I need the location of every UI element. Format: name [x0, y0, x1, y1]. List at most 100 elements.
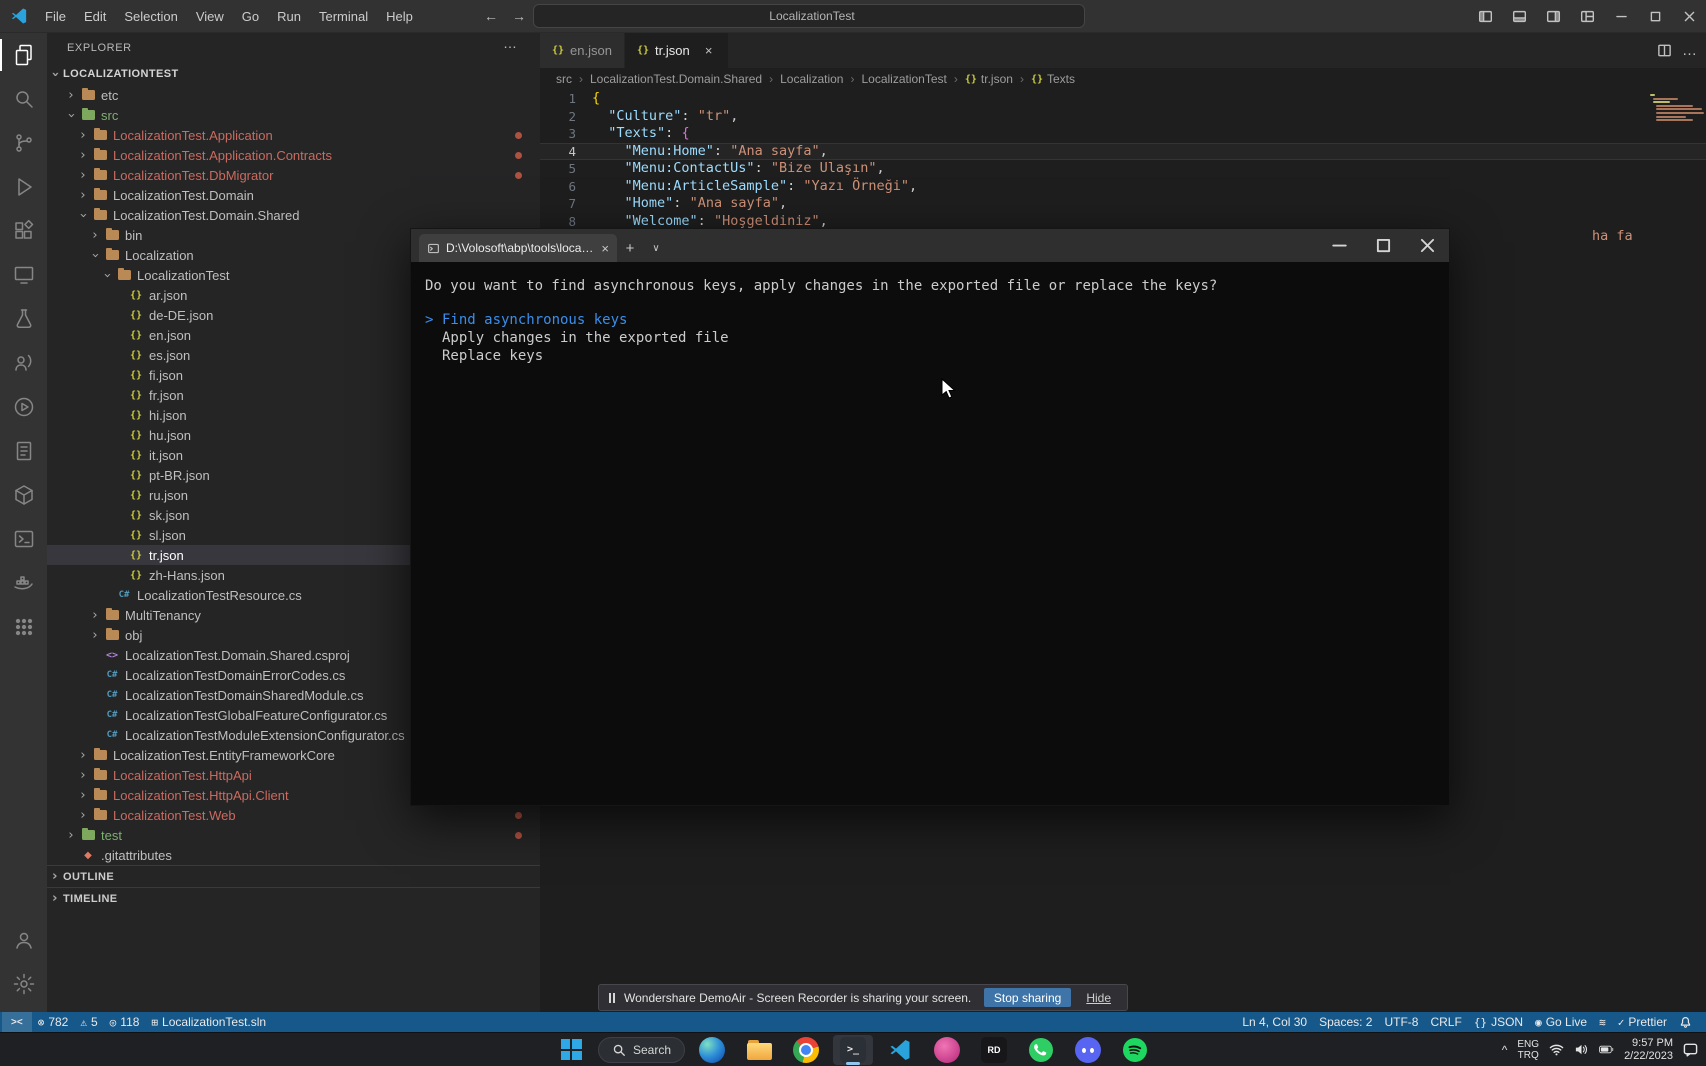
activity-run-circle-icon[interactable]: [0, 385, 47, 429]
breadcrumb-localization[interactable]: Localization: [780, 72, 843, 86]
toggle-panel-button[interactable]: [1502, 0, 1536, 33]
edge-taskbar-button[interactable]: [692, 1035, 732, 1065]
more-button[interactable]: …: [1682, 42, 1698, 59]
tree-item-src[interactable]: ›src: [47, 105, 540, 125]
battery-icon[interactable]: [1599, 1042, 1614, 1057]
activity-docker-icon[interactable]: [0, 561, 47, 605]
wifi-icon[interactable]: [1549, 1042, 1564, 1057]
activity-source-control-icon[interactable]: [0, 121, 47, 165]
stop-sharing-button[interactable]: Stop sharing: [984, 988, 1071, 1007]
terminal-tab-close-button[interactable]: ×: [601, 241, 609, 256]
back-button[interactable]: ←: [478, 0, 504, 33]
activity-containers-icon[interactable]: [0, 473, 47, 517]
forward-button[interactable]: →: [506, 0, 532, 33]
minimap[interactable]: [1646, 92, 1704, 125]
errors-count[interactable]: ⊗782: [32, 1012, 75, 1032]
menu-view[interactable]: View: [187, 0, 233, 33]
tree-item-localizationtest-web[interactable]: ›LocalizationTest.Web: [47, 805, 540, 825]
tab-dropdown-button[interactable]: ∨: [643, 234, 669, 262]
terminal-option-apply-changes-in-the-exported-file[interactable]: Apply changes in the exported file: [425, 329, 1435, 347]
window-maximize-button[interactable]: [1638, 0, 1672, 33]
taskbar-search[interactable]: Search: [598, 1037, 685, 1063]
terminal-option-find-asynchronous-keys[interactable]: >Find asynchronous keys: [425, 311, 1435, 329]
spotify-taskbar-button[interactable]: [1115, 1035, 1155, 1065]
tree-item-localizationtest-domain[interactable]: ›LocalizationTest.Domain: [47, 185, 540, 205]
activity-testing-icon[interactable]: [0, 297, 47, 341]
menu-edit[interactable]: Edit: [75, 0, 115, 33]
hide-button[interactable]: Hide: [1080, 988, 1117, 1007]
clock[interactable]: 9:57 PM 2/22/2023: [1624, 1037, 1673, 1063]
activity-remote-explorer-icon[interactable]: [0, 253, 47, 297]
encoding[interactable]: UTF-8: [1378, 1012, 1424, 1032]
activity-settings-icon[interactable]: [0, 962, 47, 1006]
solution-name[interactable]: ⊞LocalizationTest.sln: [145, 1012, 272, 1032]
vscode-taskbar-button[interactable]: [880, 1035, 920, 1065]
tab-en-json[interactable]: {}en.json: [540, 33, 625, 68]
menu-help[interactable]: Help: [377, 0, 422, 33]
menu-file[interactable]: File: [36, 0, 75, 33]
explorer-more-actions[interactable]: …: [503, 35, 518, 51]
docker-status[interactable]: ≋: [1593, 1012, 1612, 1032]
jetbrains-toolbox-taskbar-button[interactable]: [927, 1035, 967, 1065]
breadcrumb-texts[interactable]: {}Texts: [1031, 72, 1075, 86]
breadcrumb-tr-json[interactable]: {}tr.json: [965, 72, 1013, 86]
tree-item-localizationtest-application-contracts[interactable]: ›LocalizationTest.Application.Contracts: [47, 145, 540, 165]
chrome-taskbar-button[interactable]: [786, 1035, 826, 1065]
indentation[interactable]: Spaces: 2: [1313, 1012, 1378, 1032]
start-button[interactable]: [551, 1035, 591, 1065]
counter-badge[interactable]: ◎118: [104, 1012, 146, 1032]
remote-indicator[interactable]: ><: [2, 1012, 32, 1032]
language-indicator[interactable]: ENG TRQ: [1517, 1039, 1539, 1061]
go-live[interactable]: ◉Go Live: [1529, 1012, 1593, 1032]
file-explorer-taskbar-button[interactable]: [739, 1035, 779, 1065]
tree-item-etc[interactable]: ›etc: [47, 85, 540, 105]
activity-explorer-icon[interactable]: [0, 33, 47, 77]
discord-taskbar-button[interactable]: [1068, 1035, 1108, 1065]
terminal-maximize-button[interactable]: [1361, 229, 1405, 262]
menu-selection[interactable]: Selection: [115, 0, 186, 33]
tree-item-test[interactable]: ›test: [47, 825, 540, 845]
activity-run-debug-icon[interactable]: [0, 165, 47, 209]
breadcrumb-localizationtest[interactable]: LocalizationTest: [861, 72, 946, 86]
project-section-header[interactable]: › LOCALIZATIONTEST: [47, 63, 540, 85]
window-minimize-button[interactable]: [1604, 0, 1638, 33]
terminal-option-replace-keys[interactable]: Replace keys: [425, 347, 1435, 365]
terminal-minimize-button[interactable]: [1317, 229, 1361, 262]
breadcrumb-localizationtest-domain-shared[interactable]: LocalizationTest.Domain.Shared: [590, 72, 762, 86]
panel-timeline[interactable]: ›TIMELINE: [47, 887, 540, 909]
tree-item-gitattributes[interactable]: ◆.gitattributes: [47, 845, 540, 865]
warnings-count[interactable]: ⚠5: [74, 1012, 103, 1032]
tree-item-localizationtest-domain-shared[interactable]: ›LocalizationTest.Domain.Shared: [47, 205, 540, 225]
new-tab-button[interactable]: +: [617, 234, 643, 262]
toggle-sidebar-button[interactable]: [1468, 0, 1502, 33]
activity-extensions-icon[interactable]: [0, 209, 47, 253]
activity-terminal-icon[interactable]: [0, 517, 47, 561]
tree-item-localizationtest-dbmigrator[interactable]: ›LocalizationTest.DbMigrator: [47, 165, 540, 185]
tray-expand-button[interactable]: ^: [1502, 1043, 1508, 1057]
split-editor-button[interactable]: [1657, 43, 1672, 58]
tab-close-button[interactable]: ×: [702, 43, 716, 58]
tab-tr-json[interactable]: {}tr.json×: [625, 33, 729, 68]
terminal-title-bar[interactable]: D:\Volosoft\abp\tools\localiza × + ∨: [411, 229, 1449, 262]
breadcrumb-src[interactable]: src: [556, 72, 572, 86]
cursor-position[interactable]: Ln 4, Col 30: [1236, 1012, 1313, 1032]
whatsapp-taskbar-button[interactable]: [1021, 1035, 1061, 1065]
customize-layout-button[interactable]: [1570, 0, 1604, 33]
windows-terminal-taskbar-button[interactable]: >_: [833, 1035, 873, 1065]
terminal-close-button[interactable]: [1405, 229, 1449, 262]
panel-outline[interactable]: ›OUTLINE: [47, 865, 540, 887]
tree-item-localizationtest-application[interactable]: ›LocalizationTest.Application: [47, 125, 540, 145]
activity-docs-icon[interactable]: [0, 429, 47, 473]
toggle-secondary-sidebar-button[interactable]: [1536, 0, 1570, 33]
menu-go[interactable]: Go: [233, 0, 268, 33]
notifications[interactable]: [1673, 1012, 1698, 1032]
prettier[interactable]: ✓Prettier: [1612, 1012, 1673, 1032]
menu-terminal[interactable]: Terminal: [310, 0, 377, 33]
eol-sequence[interactable]: CRLF: [1424, 1012, 1467, 1032]
command-center-search[interactable]: LocalizationTest: [533, 4, 1085, 28]
activity-apps-grid-icon[interactable]: [0, 605, 47, 649]
activity-account-icon[interactable]: [0, 918, 47, 962]
terminal-tab[interactable]: D:\Volosoft\abp\tools\localiza ×: [419, 234, 617, 262]
language-mode[interactable]: {}JSON: [1468, 1012, 1529, 1032]
terminal-content[interactable]: Do you want to find asynchronous keys, a…: [411, 262, 1449, 805]
